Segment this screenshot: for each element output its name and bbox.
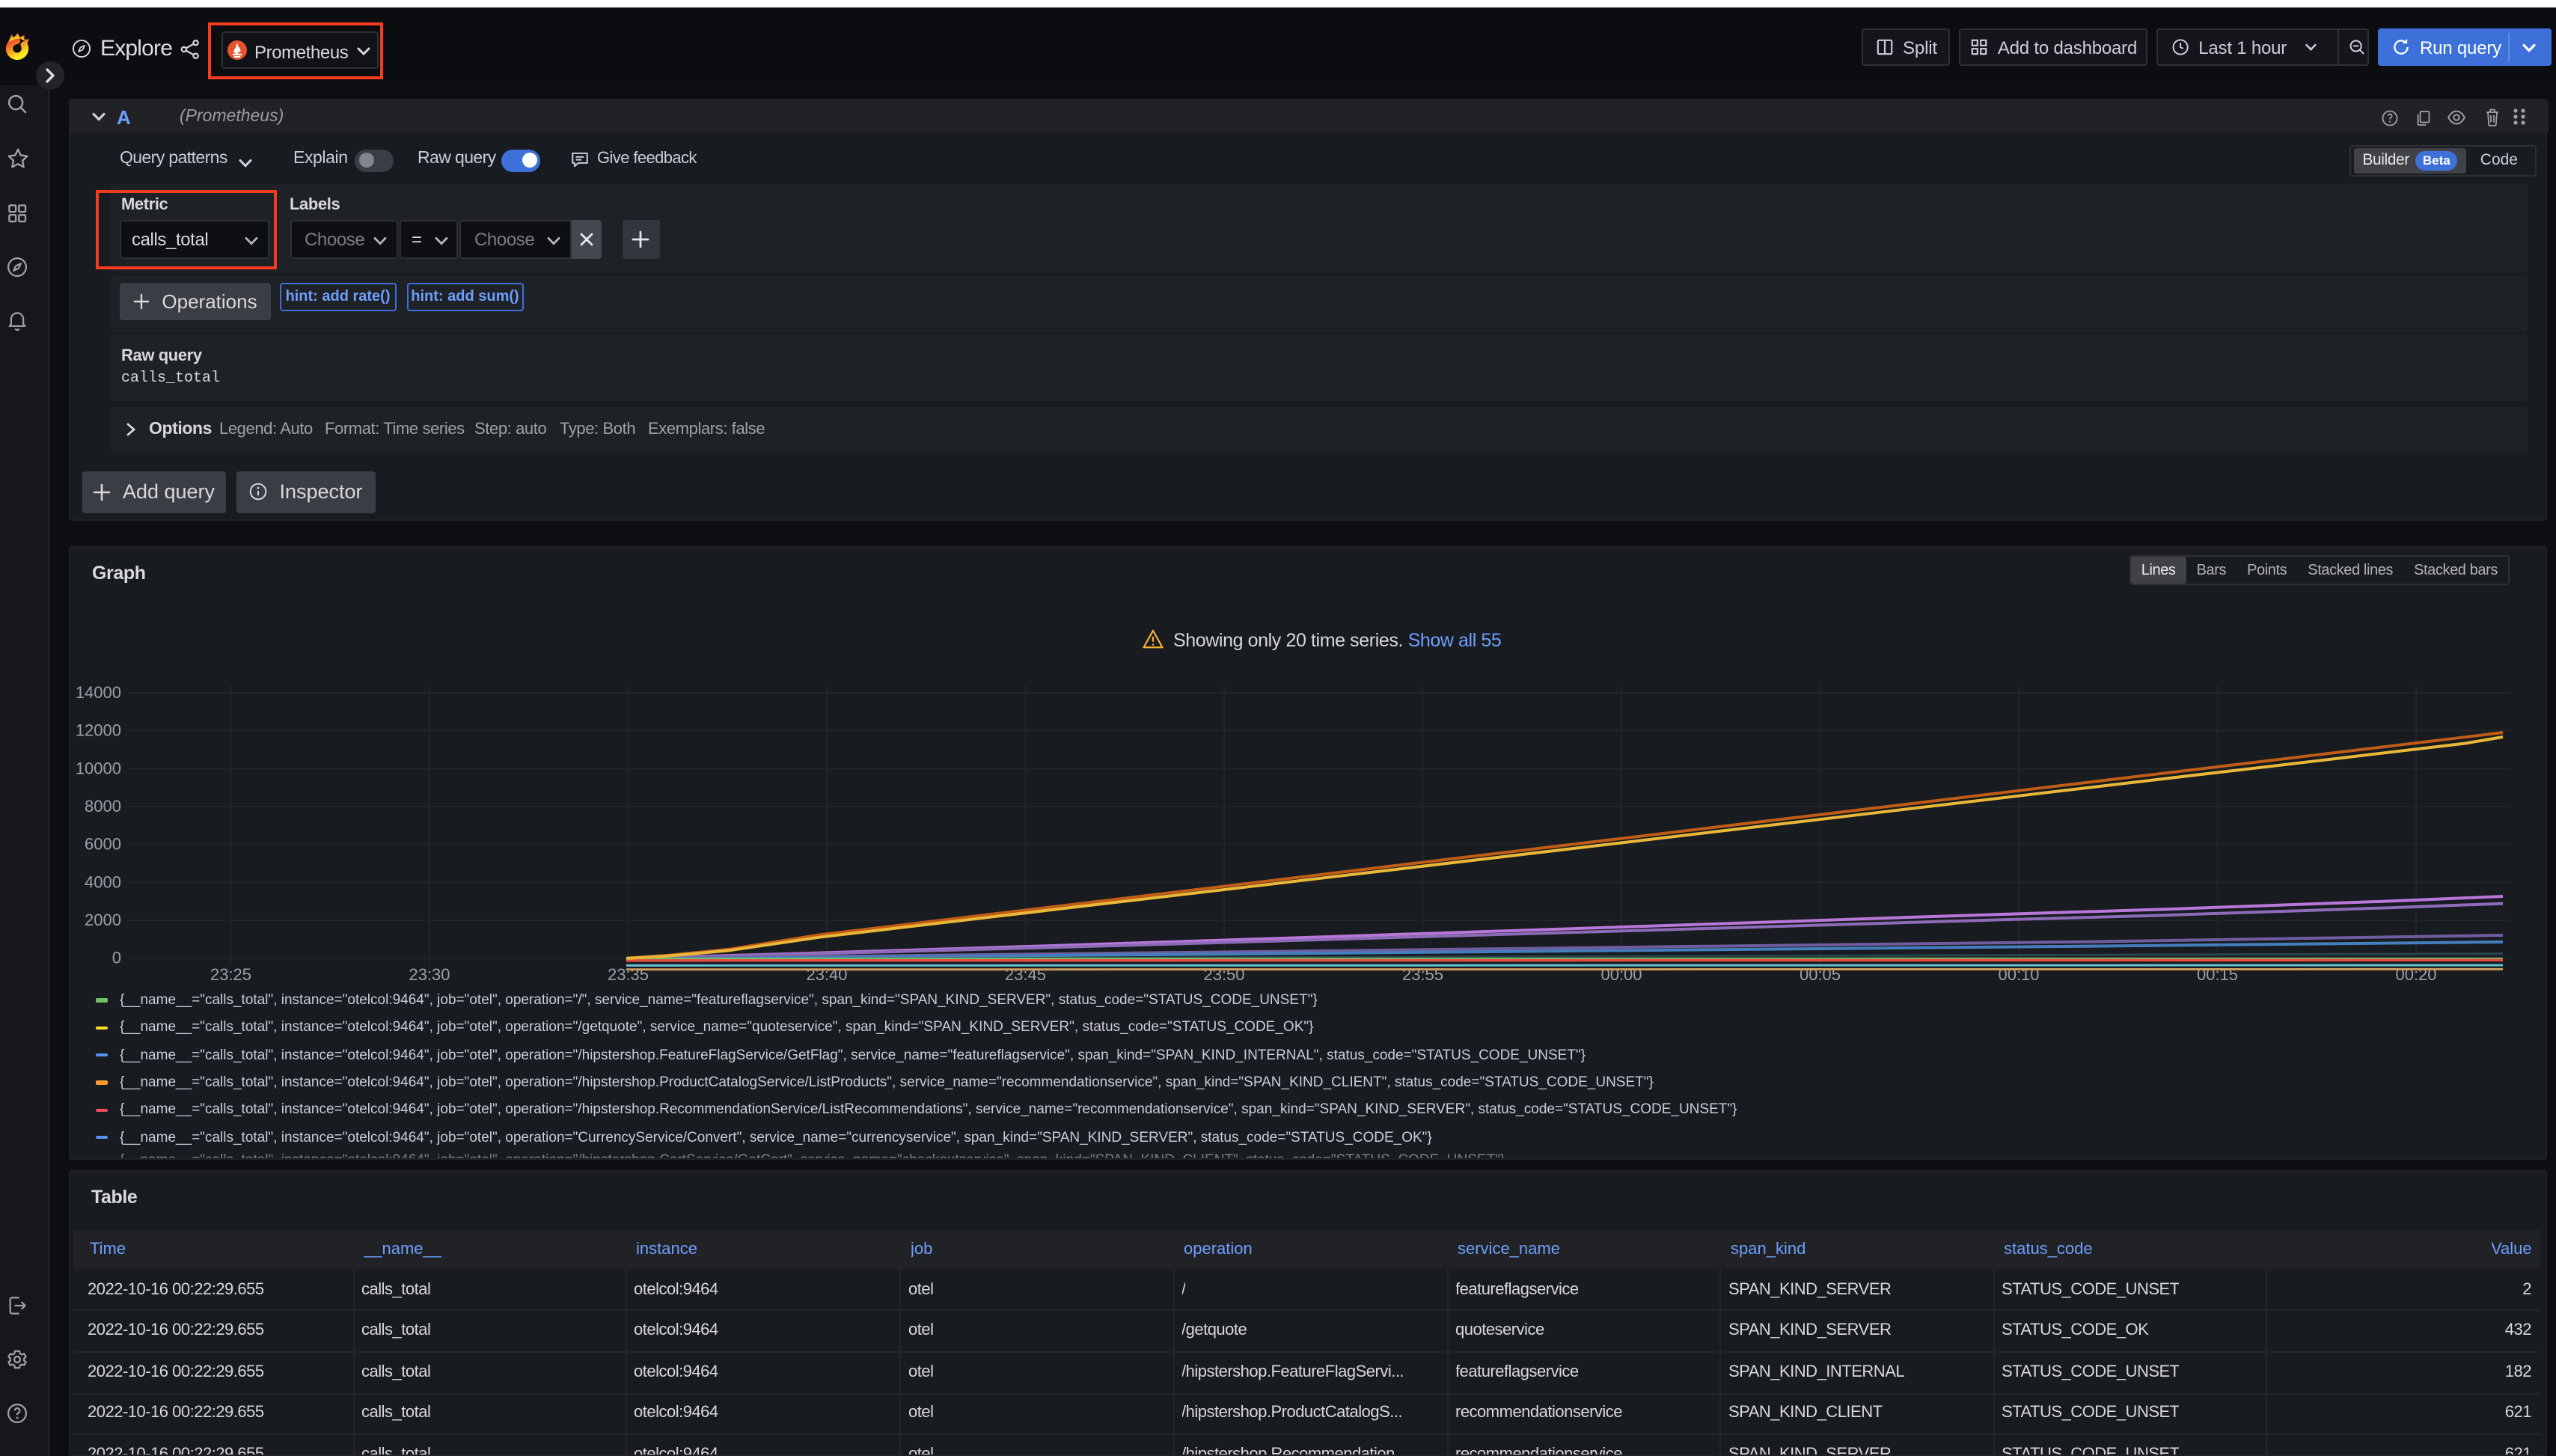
svg-text:23:45: 23:45 <box>1005 965 1046 984</box>
svg-text:23:25: 23:25 <box>210 965 251 984</box>
svg-text:00:00: 00:00 <box>1600 965 1642 984</box>
svg-text:00:20: 00:20 <box>2395 965 2436 984</box>
svg-text:23:40: 23:40 <box>806 965 847 984</box>
svg-text:12000: 12000 <box>76 721 121 740</box>
svg-text:0: 0 <box>112 949 121 967</box>
svg-text:23:55: 23:55 <box>1402 965 1443 984</box>
svg-text:6000: 6000 <box>85 835 121 854</box>
svg-text:23:50: 23:50 <box>1203 965 1244 984</box>
svg-text:10000: 10000 <box>76 759 121 777</box>
svg-text:4000: 4000 <box>85 872 121 891</box>
svg-text:14000: 14000 <box>76 683 121 702</box>
svg-text:2000: 2000 <box>85 911 121 929</box>
svg-text:23:30: 23:30 <box>409 965 450 984</box>
svg-text:8000: 8000 <box>85 797 121 816</box>
svg-text:00:05: 00:05 <box>1800 965 1841 984</box>
svg-text:00:10: 00:10 <box>1998 965 2039 984</box>
svg-text:23:35: 23:35 <box>608 965 649 984</box>
svg-text:00:15: 00:15 <box>2197 965 2238 984</box>
